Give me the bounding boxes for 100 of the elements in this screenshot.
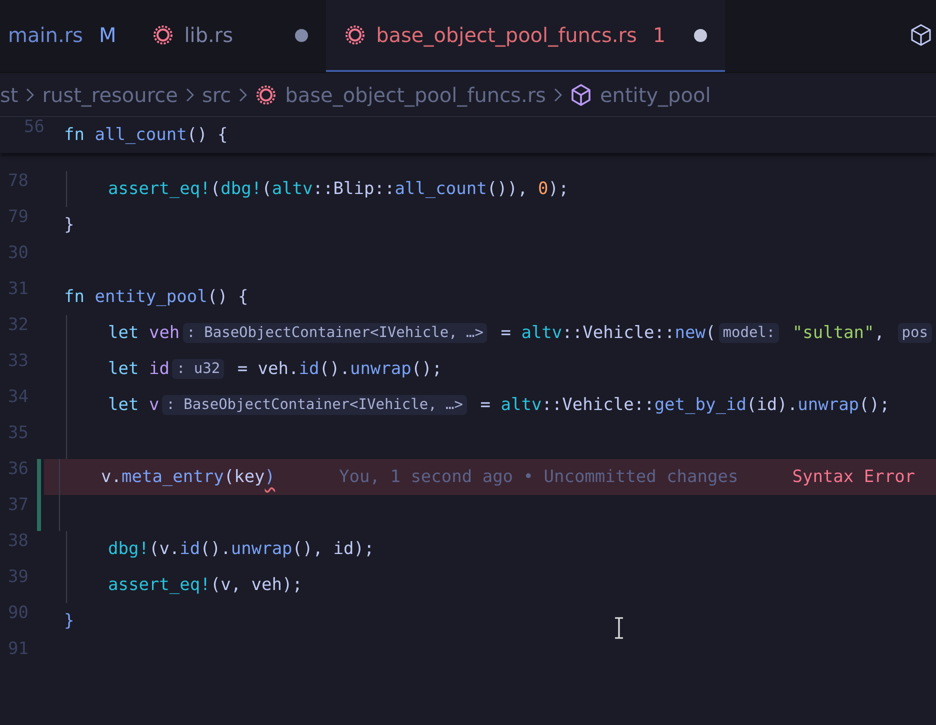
line-number: 33 <box>8 351 28 373</box>
code-token: :: <box>542 395 562 415</box>
line-number: 56 <box>24 117 44 139</box>
line-number: 35 <box>8 423 28 445</box>
code-token: = <box>479 395 492 415</box>
code-token: (), id); <box>292 539 374 559</box>
code-token: id <box>298 359 320 379</box>
inlay-hint: : BaseObjectContainer<IVehicle, …> <box>182 323 488 343</box>
tab-status: M <box>98 23 116 47</box>
line-number: 79 <box>8 207 28 229</box>
breadcrumb-item[interactable]: st <box>0 83 18 107</box>
code-token: meta_entry <box>121 467 224 487</box>
chevron-icon <box>26 88 34 102</box>
code-token: unwrap <box>798 395 860 415</box>
inlay-hint: : u32 <box>172 359 224 379</box>
code-token: v. <box>101 467 122 487</box>
code-token: id <box>180 539 200 559</box>
rust-gear-icon <box>255 84 278 106</box>
code-token: ( <box>706 323 716 343</box>
code-token: :: <box>312 179 334 199</box>
code-token: (v. <box>148 539 180 559</box>
chevron-icon <box>239 88 248 102</box>
code-token: Vehicle <box>582 323 654 343</box>
code-token: get_by_id <box>654 395 746 415</box>
code-token: ()), <box>486 179 529 199</box>
code-token: 0 <box>538 179 548 199</box>
editor-tab[interactable]: main.rs M <box>0 0 134 72</box>
line-number: 32 <box>8 315 28 337</box>
code-token: altv <box>500 395 542 415</box>
code-token: altv <box>272 179 313 199</box>
code-token: (); <box>859 395 890 415</box>
line-number: 37 <box>8 495 28 517</box>
code-token: :: <box>374 179 395 199</box>
line-number: 36 <box>8 459 28 481</box>
code-token: id <box>148 359 170 379</box>
code-token: all_count <box>394 179 487 199</box>
code-token: fn <box>64 287 86 307</box>
tab-label: main.rs <box>8 23 83 47</box>
code-token: assert_eq! <box>108 179 210 199</box>
breadcrumb-item[interactable]: rust_resource <box>42 83 178 107</box>
code-token: new <box>674 323 706 343</box>
editor-tab[interactable]: lib.rs <box>134 0 326 72</box>
code-token: (); <box>411 359 442 379</box>
editor-tab[interactable]: base_object_pool_funcs.rs 1 <box>326 0 725 72</box>
code-token: (). <box>200 539 231 559</box>
chevron-icon <box>186 88 194 102</box>
inlay-hint: model: <box>718 323 780 343</box>
code-token: veh <box>148 323 180 343</box>
breadcrumb-item[interactable]: src <box>202 83 232 107</box>
git-blame-annotation: You, 1 second ago • Uncommitted changes <box>339 467 738 487</box>
code-token: v <box>148 395 160 415</box>
code-token: ); <box>548 179 569 199</box>
code-token: = <box>500 323 512 343</box>
line-number: 34 <box>8 387 28 409</box>
code-token: dbg! <box>108 539 149 559</box>
line-number: 39 <box>8 567 28 589</box>
code-token: (v, veh); <box>210 575 302 595</box>
inlay-hint: : BaseObjectContainer<IVehicle, …> <box>162 395 468 415</box>
code-token: ( <box>262 179 272 199</box>
cube-icon <box>570 83 592 107</box>
code-token: Vehicle <box>562 395 634 415</box>
tab-label: lib.rs <box>184 23 234 47</box>
breadcrumb-item[interactable]: base_object_pool_funcs.rs <box>255 83 546 107</box>
line-number: 91 <box>8 639 28 661</box>
code-token: (id). <box>746 395 798 415</box>
code-token: assert_eq! <box>108 575 210 595</box>
code-token: :: <box>654 323 675 343</box>
code-token: } <box>64 215 74 235</box>
line-number: 38 <box>8 531 28 553</box>
chevron-icon <box>554 88 562 102</box>
breadcrumb-item[interactable]: entity_pool <box>570 83 711 107</box>
code-token: :: <box>634 395 654 415</box>
code-token: let <box>108 359 140 379</box>
code-token: "sultan" <box>791 323 874 343</box>
code-token: (key <box>224 467 265 487</box>
line-number: 90 <box>8 603 28 625</box>
code-token: = veh. <box>236 359 299 379</box>
line-number: 30 <box>8 243 28 265</box>
code-token: Blip <box>333 179 374 199</box>
error-message: Syntax Error <box>792 467 916 487</box>
line-number: 31 <box>8 279 28 301</box>
inlay-hint: pos <box>898 323 932 343</box>
line-number: 78 <box>8 171 28 193</box>
code-token: , <box>874 323 886 343</box>
code-token: fn <box>64 125 86 145</box>
rust-gear-icon <box>344 24 366 46</box>
code-token: } <box>64 611 74 631</box>
error-squiggle-code: ) <box>264 467 276 487</box>
code-token: () { <box>186 125 228 145</box>
code-token: entity_pool <box>94 287 208 307</box>
tab-label: base_object_pool_funcs.rs <box>376 23 637 47</box>
code-token: let <box>108 395 140 415</box>
code-token: () { <box>207 287 248 307</box>
code-token: ( <box>210 179 221 199</box>
code-token: dbg! <box>220 179 262 199</box>
code-token: let <box>108 323 140 343</box>
code-token: (). <box>319 359 350 379</box>
code-token: all_count <box>94 125 187 145</box>
text-cursor-icon <box>614 617 624 639</box>
code-token: :: <box>562 323 583 343</box>
